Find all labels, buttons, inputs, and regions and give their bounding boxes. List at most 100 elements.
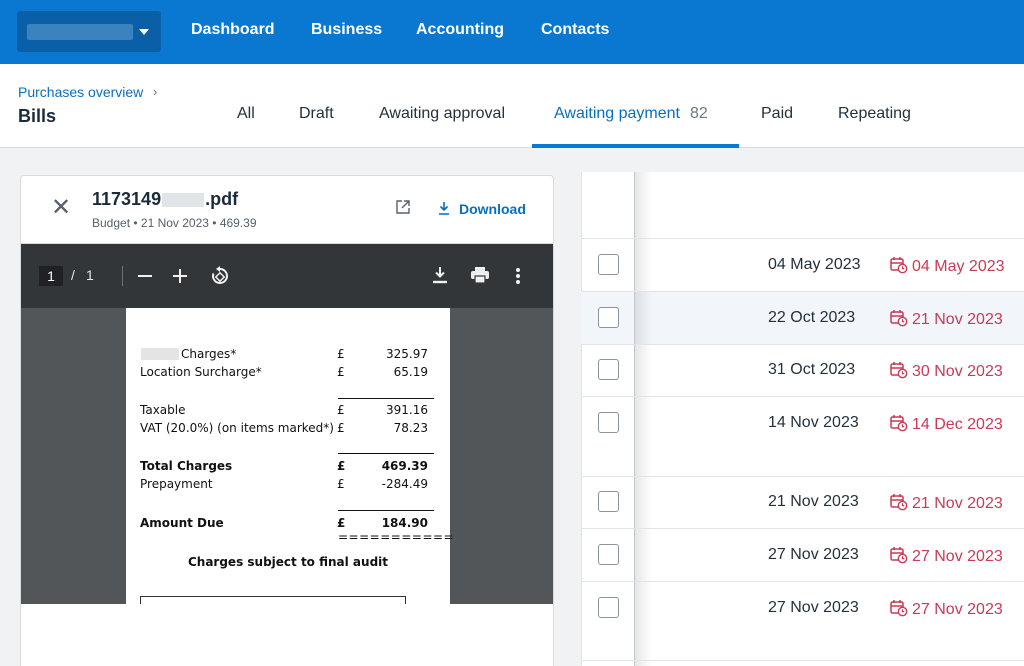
bill-due-date: 14 Dec 2023	[890, 414, 1003, 434]
doc-line-currency: £	[337, 459, 346, 473]
row-checkbox[interactable]	[598, 359, 619, 380]
doc-line-currency: £	[337, 365, 345, 379]
calendar-clock-icon	[890, 494, 908, 511]
tab-repeating[interactable]: Repeating	[838, 105, 911, 123]
nav-business[interactable]: Business	[311, 21, 382, 39]
doc-line-label: Taxable	[140, 403, 186, 417]
double-rule: ===========	[338, 530, 455, 544]
bill-date: 21 Nov 2023	[768, 493, 859, 510]
row-checkbox[interactable]	[598, 254, 619, 275]
pdf-download-icon[interactable]	[432, 266, 448, 284]
row-divider	[581, 660, 1024, 661]
calendar-clock-icon	[890, 547, 908, 564]
amount-due-rule	[338, 510, 434, 511]
row-divider	[581, 396, 1024, 397]
bill-due-date: 21 Nov 2023	[890, 493, 1003, 513]
tab-paid[interactable]: Paid	[761, 105, 793, 123]
download-icon[interactable]	[437, 201, 451, 215]
doc-line-amount: 78.23	[393, 421, 428, 435]
zoom-out-icon[interactable]	[136, 266, 154, 286]
organisation-switcher[interactable]	[17, 11, 161, 52]
row-divider	[581, 291, 1024, 292]
row-checkbox[interactable]	[598, 597, 619, 618]
nav-accounting[interactable]: Accounting	[416, 21, 504, 39]
tab-awaiting-payment[interactable]: Awaiting payment 82	[554, 105, 708, 123]
caret-down-icon	[139, 29, 149, 35]
bill-date: 27 Nov 2023	[768, 599, 859, 616]
bill-due-date: 04 May 2023	[890, 256, 1005, 276]
organisation-name-redacted	[27, 24, 133, 40]
bill-due-date: 27 Nov 2023	[890, 599, 1003, 619]
close-icon[interactable]: ✕	[51, 195, 71, 221]
doc-line-amount: 325.97	[386, 347, 428, 361]
tab-all[interactable]: All	[237, 105, 255, 123]
doc-line-label: Location Surcharge*	[140, 365, 262, 379]
doc-line-label: VAT (20.0%) (on items marked*)	[140, 421, 334, 435]
row-checkbox[interactable]	[598, 491, 619, 512]
doc-line-amount: 65.19	[393, 365, 428, 379]
row-divider	[581, 344, 1024, 345]
active-tab-indicator	[532, 144, 739, 148]
bill-due-date-text: 21 Nov 2023	[912, 495, 1003, 512]
nav-dashboard[interactable]: Dashboard	[191, 21, 275, 39]
file-name-suffix: .pdf	[205, 189, 239, 209]
list-panel-shadow	[634, 172, 652, 666]
viewer-header: ✕ 1173149 .pdf Budget • 21 Nov 2023 • 469…	[21, 176, 553, 244]
doc-line-currency: £	[337, 477, 345, 491]
print-icon[interactable]	[470, 266, 490, 284]
calendar-clock-icon	[890, 415, 908, 432]
doc-line-amount: 184.90	[381, 516, 428, 530]
row-divider	[581, 238, 1024, 239]
document-footer-box	[140, 596, 406, 604]
breadcrumb-purchases-overview[interactable]: Purchases overview	[18, 84, 143, 100]
row-divider	[581, 528, 1024, 529]
page-separator: /	[71, 267, 75, 283]
doc-line-label: Amount Due	[140, 516, 224, 530]
bill-due-date: 30 Nov 2023	[890, 361, 1003, 381]
pdf-canvas[interactable]: Charges* £ 325.97 Location Surcharge* £ …	[21, 308, 553, 604]
page-title: Bills	[18, 106, 57, 126]
charges-label-redacted	[141, 348, 179, 360]
file-name: 1173149 .pdf	[92, 189, 238, 210]
row-checkbox[interactable]	[598, 544, 619, 565]
external-link-icon[interactable]	[396, 200, 410, 214]
viewer-footer	[21, 604, 553, 666]
file-meta: Budget • 21 Nov 2023 • 469.39	[92, 216, 257, 230]
rotate-icon[interactable]	[209, 265, 231, 287]
calendar-clock-icon	[890, 600, 908, 617]
bill-due-date-text: 27 Nov 2023	[912, 548, 1003, 565]
bill-date: 22 Oct 2023	[768, 309, 856, 326]
zoom-in-icon[interactable]	[171, 266, 189, 286]
doc-line-label: Prepayment	[140, 477, 213, 491]
tab-awaiting-approval[interactable]: Awaiting approval	[379, 105, 505, 123]
more-vertical-icon[interactable]	[513, 266, 523, 286]
row-divider	[581, 476, 1024, 477]
bill-date: 04 May 2023	[768, 256, 861, 273]
doc-line-label: Charges*	[181, 347, 237, 361]
calendar-clock-icon	[890, 362, 908, 379]
bill-date: 31 Oct 2023	[768, 361, 856, 378]
tab-draft[interactable]: Draft	[299, 105, 334, 123]
doc-line-currency: £	[337, 421, 345, 435]
row-checkbox[interactable]	[598, 307, 619, 328]
bill-due-date-text: 27 Nov 2023	[912, 601, 1003, 618]
page-header: Purchases overview › Bills All Draft Awa…	[0, 64, 1024, 148]
file-name-prefix: 1173149	[92, 189, 162, 209]
page-number-input[interactable]: 1	[39, 266, 63, 286]
file-name-redacted	[162, 193, 205, 208]
total-rule	[338, 453, 434, 454]
download-button[interactable]: Download	[459, 201, 526, 217]
document-viewer-panel: ✕ 1173149 .pdf Budget • 21 Nov 2023 • 469…	[20, 175, 554, 666]
row-checkbox[interactable]	[598, 412, 619, 433]
chevron-right-icon: ›	[153, 84, 158, 99]
top-nav: Dashboard Business Accounting Contacts	[0, 0, 1024, 64]
doc-line-currency: £	[337, 347, 345, 361]
pdf-page: Charges* £ 325.97 Location Surcharge* £ …	[126, 308, 454, 604]
nav-contacts[interactable]: Contacts	[541, 21, 609, 39]
doc-line-currency: £	[337, 403, 345, 417]
doc-line-amount: 391.16	[386, 403, 428, 417]
footer-note: Charges subject to final audit	[187, 555, 389, 569]
doc-line-label: Total Charges	[140, 459, 233, 473]
bill-due-date-text: 14 Dec 2023	[912, 416, 1003, 433]
subtotal-rule	[338, 398, 434, 399]
